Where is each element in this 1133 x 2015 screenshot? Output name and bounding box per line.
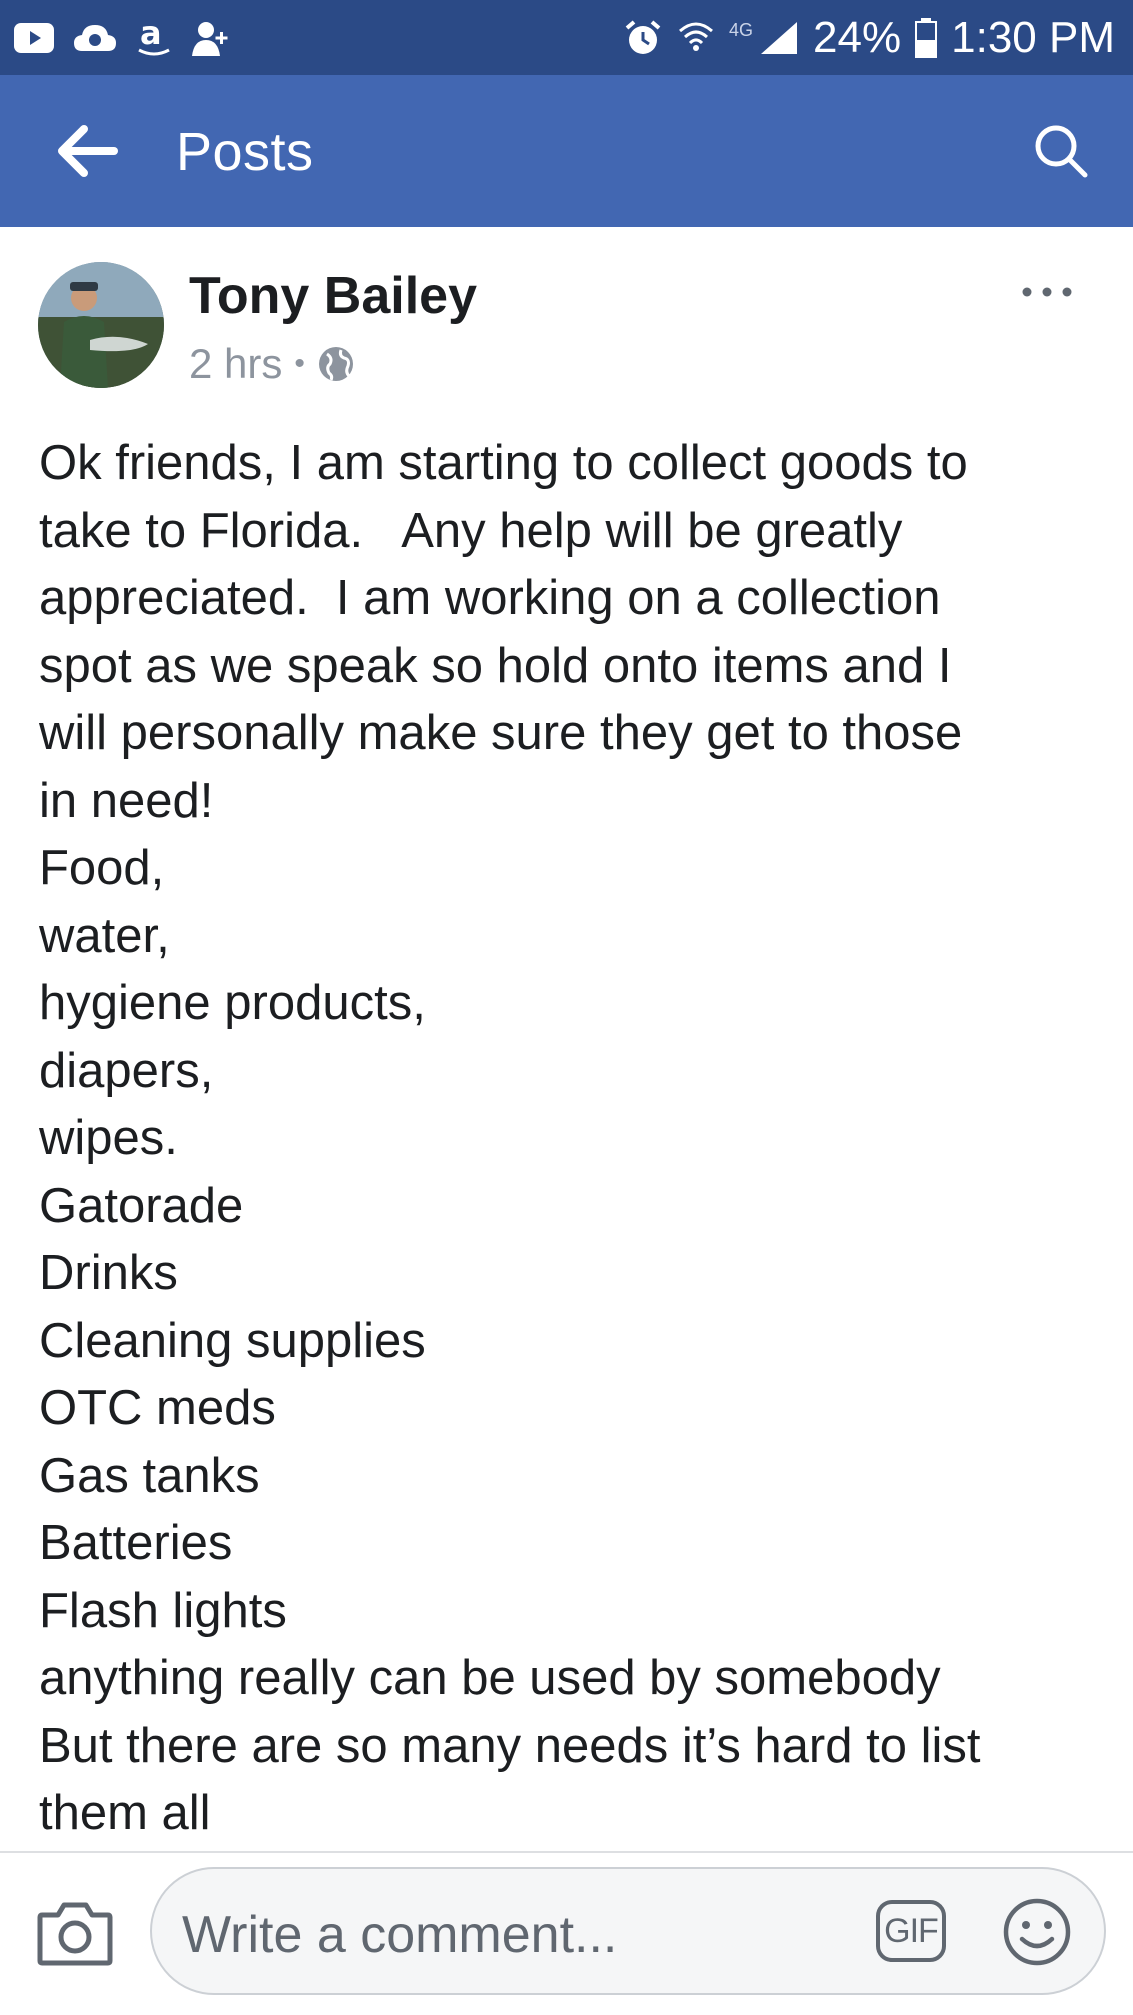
post-text-line: diapers, bbox=[39, 1043, 214, 1098]
signal-icon bbox=[759, 20, 799, 56]
arrow-left-icon bbox=[56, 123, 118, 179]
meta-separator: • bbox=[294, 347, 305, 380]
network-type-label: 4G bbox=[729, 19, 754, 40]
smiley-icon bbox=[1002, 1897, 1072, 1967]
post-text-line: appreciated. I am working on a collectio… bbox=[39, 571, 941, 625]
battery-icon bbox=[915, 18, 938, 58]
camera-button[interactable] bbox=[36, 1897, 114, 1969]
post-time[interactable]: 2 hrs bbox=[189, 340, 282, 388]
post-text-line: Drinks bbox=[39, 1246, 178, 1300]
svg-text:a: a bbox=[140, 18, 162, 52]
post-text-line: hygiene products, bbox=[39, 976, 426, 1030]
post-text-line: will personally make sure they get to th… bbox=[39, 706, 963, 760]
cloud-icon bbox=[72, 21, 118, 55]
search-icon bbox=[1031, 121, 1091, 181]
gif-button[interactable]: GIF bbox=[876, 1900, 946, 1962]
battery-percent: 24% bbox=[813, 13, 902, 62]
post-text-line: But there are so many needs it’s hard to… bbox=[39, 1718, 981, 1773]
post-text-line: OTC meds bbox=[39, 1381, 276, 1435]
post-text-line: anything really can be used by somebody bbox=[39, 1651, 941, 1705]
notification-icons: a bbox=[14, 14, 230, 62]
post-text-line: Flash lights bbox=[39, 1583, 287, 1638]
post-text-line: Cleaning supplies bbox=[39, 1313, 426, 1368]
post-text-line: Food, bbox=[39, 841, 165, 895]
system-icons: 4G 24% 1:30 PM bbox=[623, 10, 1115, 66]
app-bar: Posts bbox=[0, 75, 1133, 227]
post-text-line: spot as we speak so hold onto items and … bbox=[39, 638, 952, 693]
alarm-icon bbox=[623, 18, 663, 58]
post-text-line: Gatorade bbox=[39, 1178, 244, 1233]
camera-icon bbox=[36, 1897, 114, 1969]
avatar[interactable] bbox=[38, 262, 164, 388]
youtube-icon bbox=[14, 23, 54, 53]
post-text-line: them all bbox=[39, 1786, 211, 1840]
post-text-line: Gas tanks bbox=[39, 1448, 260, 1503]
emoji-button[interactable] bbox=[1002, 1897, 1072, 1967]
back-button[interactable] bbox=[56, 123, 118, 179]
more-horizontal-icon bbox=[1017, 282, 1077, 302]
status-bar: a 4G 24% 1:30 PM bbox=[0, 0, 1133, 75]
post-text-line: take to Florida. Any help will be greatl… bbox=[39, 503, 903, 558]
comment-input[interactable]: Write a comment... GIF bbox=[150, 1867, 1106, 1995]
post-options-button[interactable] bbox=[1017, 282, 1077, 302]
post-author[interactable]: Tony Bailey bbox=[189, 266, 477, 326]
globe-icon bbox=[317, 345, 355, 383]
search-button[interactable] bbox=[1031, 121, 1091, 181]
amazon-icon: a bbox=[136, 18, 172, 58]
avatar-image bbox=[38, 262, 164, 388]
post-text-line: water, bbox=[39, 908, 170, 963]
post-text-line: Batteries bbox=[39, 1516, 233, 1570]
post-text-line: in need! bbox=[39, 773, 214, 828]
add-contact-icon bbox=[190, 18, 230, 58]
post-text: Ok friends, I am starting to collect goo… bbox=[39, 430, 1109, 1848]
post-text-line: wipes. bbox=[39, 1111, 178, 1165]
post-text-line: Ok friends, I am starting to collect goo… bbox=[39, 436, 968, 490]
post-meta: 2 hrs • bbox=[189, 340, 355, 388]
clock: 1:30 PM bbox=[951, 13, 1115, 62]
comment-placeholder: Write a comment... bbox=[182, 1906, 618, 1964]
comment-bar: Write a comment... GIF bbox=[0, 1853, 1133, 2015]
wifi-icon bbox=[677, 19, 715, 57]
page-title: Posts bbox=[176, 122, 314, 182]
